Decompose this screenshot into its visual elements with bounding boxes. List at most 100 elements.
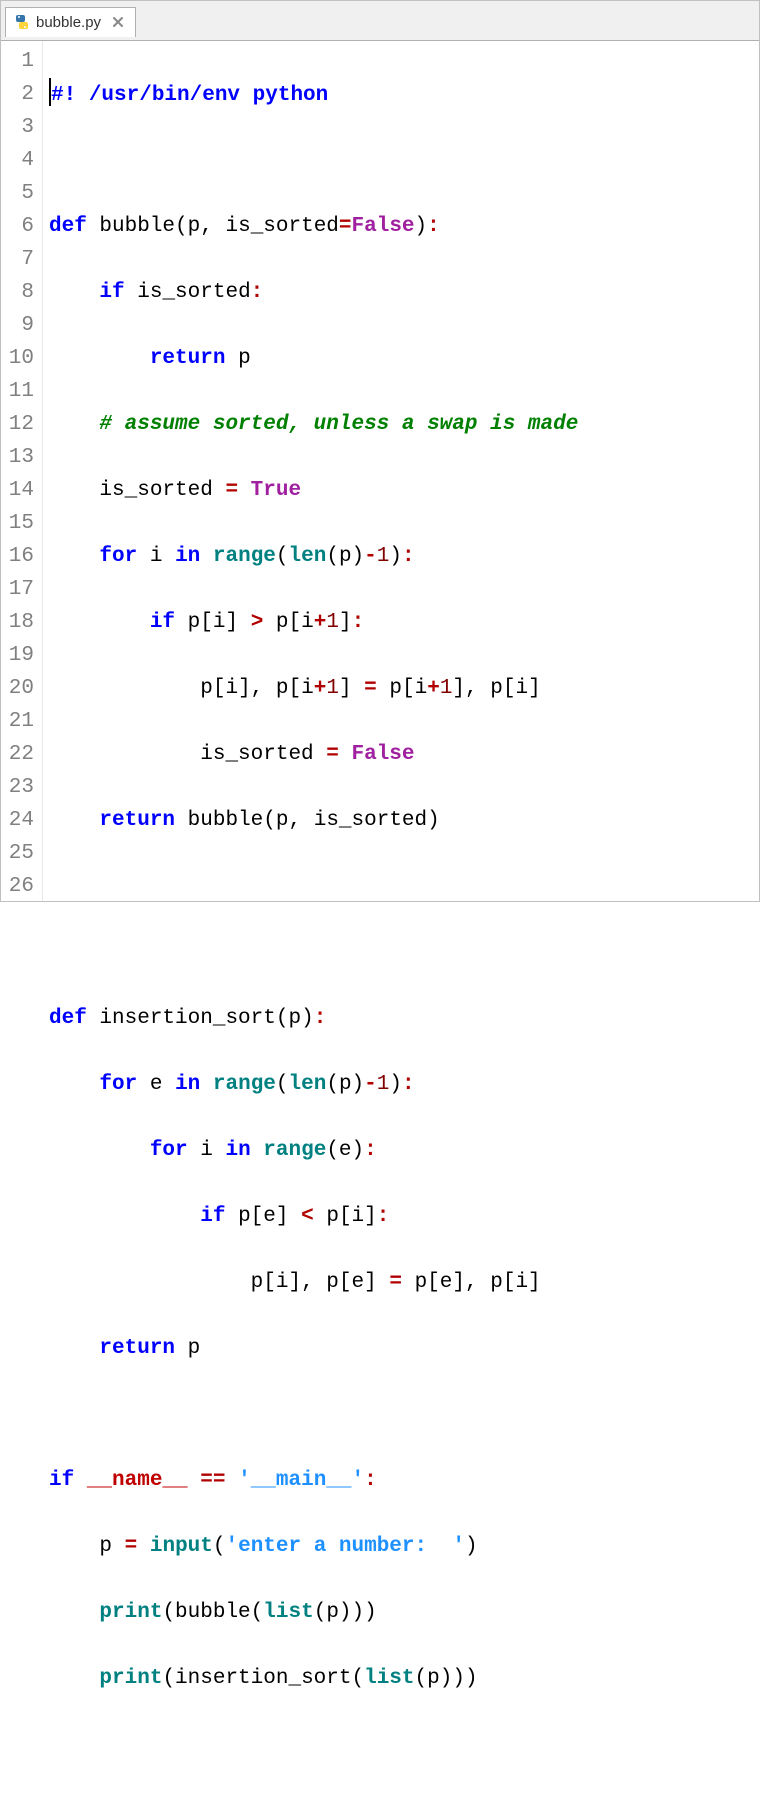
tok: == — [200, 1469, 225, 1492]
code-line[interactable]: p[i], p[e] = p[e], p[i] — [49, 1266, 578, 1299]
tok: print — [99, 1667, 162, 1690]
tok: , — [289, 809, 302, 832]
tok: if — [200, 1205, 225, 1228]
tok: : — [402, 545, 415, 568]
tok: range — [213, 545, 276, 568]
tok: i — [301, 677, 314, 700]
tok: - — [364, 1073, 377, 1096]
code-line[interactable]: #! /usr/bin/env python — [49, 78, 578, 111]
code-line[interactable]: is_sorted = True — [49, 474, 578, 507]
tok: e — [339, 1139, 352, 1162]
tok: = — [326, 743, 339, 766]
code-line[interactable]: if is_sorted: — [49, 276, 578, 309]
code-line[interactable]: def bubble(p, is_sorted=False): — [49, 210, 578, 243]
code-line[interactable] — [49, 870, 578, 903]
tok: p — [251, 1271, 264, 1294]
tab-filename: bubble.py — [36, 14, 101, 31]
tok: i — [352, 1205, 365, 1228]
code-line[interactable]: def insertion_sort(p): — [49, 1002, 578, 1035]
tok: : — [377, 1205, 390, 1228]
file-tab[interactable]: bubble.py — [5, 7, 136, 37]
code-line[interactable]: print(bubble(list(p))) — [49, 1596, 578, 1629]
tok: for — [150, 1139, 188, 1162]
code-line[interactable]: for i in range(len(p)-1): — [49, 540, 578, 573]
tok: i — [213, 611, 226, 634]
tok: list — [364, 1667, 414, 1690]
line-number: 11 — [5, 375, 34, 408]
line-number: 17 — [5, 573, 34, 606]
code-line[interactable]: # assume sorted, unless a swap is made — [49, 408, 578, 441]
tok: is_sorted — [225, 215, 338, 238]
tok: : — [402, 1073, 415, 1096]
line-number: 20 — [5, 672, 34, 705]
line-number: 5 — [5, 177, 34, 210]
tok: > — [251, 611, 264, 634]
tok: p — [188, 1337, 201, 1360]
tok: return — [99, 1337, 175, 1360]
tok: print — [99, 1601, 162, 1624]
tok: p — [490, 677, 503, 700]
tok: + — [314, 611, 327, 634]
code-line[interactable]: p[i], p[i+1] = p[i+1], p[i] — [49, 672, 578, 705]
tok: < — [301, 1205, 314, 1228]
code-area[interactable]: #! /usr/bin/env python def bubble(p, is_… — [43, 41, 578, 901]
code-line[interactable]: if __name__ == '__main__': — [49, 1464, 578, 1497]
code-line[interactable] — [49, 144, 578, 177]
line-number: 1 — [5, 45, 34, 78]
code-line[interactable]: return p — [49, 1332, 578, 1365]
tok: i — [225, 677, 238, 700]
tok: 1 — [440, 677, 453, 700]
tok: e — [263, 1205, 276, 1228]
code-line[interactable]: for i in range(e): — [49, 1134, 578, 1167]
tok: p — [238, 1205, 251, 1228]
code-line[interactable] — [49, 936, 578, 969]
line-number: 22 — [5, 738, 34, 771]
code-line[interactable]: return p — [49, 342, 578, 375]
tok: p — [276, 611, 289, 634]
tok: = — [225, 479, 238, 502]
tok: i — [515, 1271, 528, 1294]
tok: p — [339, 1073, 352, 1096]
code-line[interactable]: is_sorted = False — [49, 738, 578, 771]
code-line[interactable]: p = input('enter a number: ') — [49, 1530, 578, 1563]
tok: p — [288, 1007, 301, 1030]
tok: = — [389, 1271, 402, 1294]
tok: is_sorted — [314, 809, 427, 832]
tok: : — [364, 1469, 377, 1492]
code-line[interactable]: if p[e] < p[i]: — [49, 1200, 578, 1233]
tok: : — [364, 1139, 377, 1162]
line-number: 15 — [5, 507, 34, 540]
code-line[interactable]: return bubble(p, is_sorted) — [49, 804, 578, 837]
line-number: 24 — [5, 804, 34, 837]
tok: p — [188, 215, 201, 238]
code-line[interactable] — [49, 1398, 578, 1431]
tok: 1 — [377, 1073, 390, 1096]
tok: : — [314, 1007, 327, 1030]
line-number: 13 — [5, 441, 34, 474]
code-line[interactable] — [49, 1728, 578, 1761]
tok: = — [364, 677, 377, 700]
tok: bubble — [99, 215, 175, 238]
tok: input — [150, 1535, 213, 1558]
line-number: 6 — [5, 210, 34, 243]
tok: i — [301, 611, 314, 634]
tok: # — [51, 84, 64, 107]
code-line[interactable]: if p[i] > p[i+1]: — [49, 606, 578, 639]
code-line[interactable]: print(insertion_sort(list(p))) — [49, 1662, 578, 1695]
tok: i — [276, 1271, 289, 1294]
tok: , — [251, 677, 264, 700]
line-number: 2 — [5, 78, 34, 111]
tok: for — [99, 1073, 137, 1096]
line-number: 18 — [5, 606, 34, 639]
tok: # assume sorted, unless a swap is made — [99, 413, 578, 436]
tok: True — [251, 479, 301, 502]
tok: is_sorted — [200, 743, 313, 766]
tok: in — [175, 545, 200, 568]
close-icon[interactable] — [111, 15, 125, 29]
code-line[interactable]: for e in range(len(p)-1): — [49, 1068, 578, 1101]
tok: = — [125, 1535, 138, 1558]
code-editor[interactable]: 1 2 3 4 5 6 7 8 9 10 11 12 13 14 15 16 1… — [1, 41, 759, 901]
tok: list — [263, 1601, 313, 1624]
tok: range — [263, 1139, 326, 1162]
tok: p — [188, 611, 201, 634]
